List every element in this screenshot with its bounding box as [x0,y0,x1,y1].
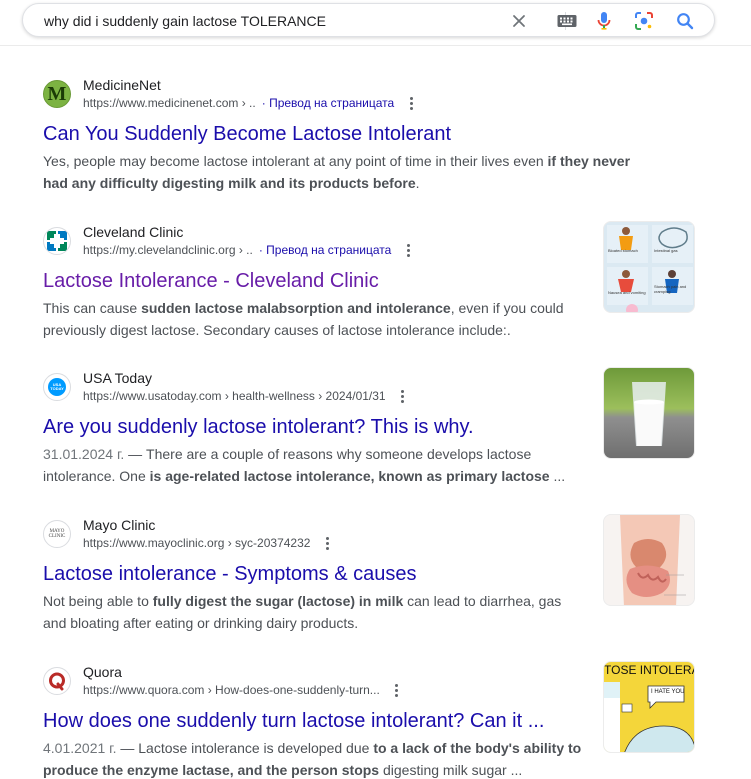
search-result: M MedicineNet https://www.medicinenet.co… [43,77,630,194]
result-title-link[interactable]: Can You Suddenly Become Lactose Intolera… [43,121,603,147]
site-name[interactable]: Mayo Clinic [83,517,155,533]
result-thumbnail[interactable]: TOSE INTOLERANC I HATE YOU [603,661,695,753]
search-icon[interactable] [674,10,696,32]
header-divider [0,45,751,46]
site-url[interactable]: https://my.clevelandclinic.org › .. · Пр… [83,243,415,257]
site-url[interactable]: https://www.mayoclinic.org › syc-2037423… [83,536,334,550]
search-bar [22,3,715,37]
search-result: MAYO CLINIC Mayo Clinic https://www.mayo… [43,517,603,634]
microphone-icon[interactable] [593,10,615,32]
search-result: Cleveland Clinic https://my.clevelandcli… [43,224,603,341]
result-thumbnail[interactable] [603,367,695,459]
result-snippet: Yes, people may become lactose intoleran… [43,153,631,191]
site-url-text: https://www.mayoclinic.org › syc-2037423… [83,536,311,550]
mayo-clinic-favicon-icon: MAYO CLINIC [43,520,71,548]
site-name[interactable]: Cleveland Clinic [83,224,183,240]
result-date: 31.01.2024 г. [43,446,125,462]
result-snippet: Not being able to fully digest the sugar… [43,593,562,631]
more-options-icon[interactable] [404,96,418,110]
result-snippet: This can cause sudden lactose malabsorpt… [43,300,564,338]
more-options-icon[interactable] [396,389,410,403]
result-date: 4.01.2021 г. [43,740,117,756]
site-url-text: https://www.usatoday.com › health-wellne… [83,389,386,403]
search-result: USA TODAY USA Today https://www.usatoday… [43,370,603,487]
translate-link[interactable]: · Превод на страницата [262,96,394,110]
result-snippet: 4.01.2021 г. — Lactose intolerance is de… [43,740,582,778]
site-url-text: https://www.medicinenet.com › .. [83,96,256,110]
lens-icon[interactable] [633,10,655,32]
result-thumbnail[interactable]: Bloated stomach Intestinal gas Nausea an… [603,221,695,313]
site-name[interactable]: MedicineNet [83,77,161,93]
more-options-icon[interactable] [390,683,404,697]
more-options-icon[interactable] [401,243,415,257]
result-title-link[interactable]: Lactose intolerance - Symptoms & causes [43,561,603,587]
thumb-bubble-text: I HATE YOU [651,689,685,695]
site-url[interactable]: https://www.usatoday.com › health-wellne… [83,389,410,403]
site-url-text: https://www.quora.com › How-does-one-sud… [83,683,380,697]
thumb-label: Intestinal gas [654,248,678,253]
medicinenet-favicon-icon: M [43,80,71,108]
thumb-label: Bloated stomach [608,248,638,253]
quora-favicon-icon [43,667,71,695]
cleveland-clinic-favicon-icon [43,227,71,255]
close-icon[interactable] [508,10,530,32]
result-snippet: 31.01.2024 г. — There are a couple of re… [43,446,566,484]
thumb-label: Stomach pain and cramping [654,284,687,294]
result-title-link[interactable]: Are you suddenly lactose intolerant? Thi… [43,414,603,440]
site-url[interactable]: https://www.medicinenet.com › .. · Прево… [83,96,418,110]
thumb-label: Nausea and vomiting [608,290,646,295]
result-title-link[interactable]: How does one suddenly turn lactose intol… [43,708,603,734]
translate-link[interactable]: · Превод на страницата [259,243,391,257]
more-options-icon[interactable] [320,536,334,550]
keyboard-icon[interactable] [556,10,578,32]
result-thumbnail[interactable] [603,514,695,606]
result-title-link[interactable]: Lactose Intolerance - Cleveland Clinic [43,268,603,294]
site-name[interactable]: USA Today [83,370,152,386]
usa-today-favicon-icon: USA TODAY [43,373,71,401]
site-url-text: https://my.clevelandclinic.org › .. [83,243,253,257]
site-url[interactable]: https://www.quora.com › How-does-one-sud… [83,683,404,697]
site-name[interactable]: Quora [83,664,122,680]
search-result: Quora https://www.quora.com › How-does-o… [43,664,603,779]
search-input[interactable] [44,11,504,31]
